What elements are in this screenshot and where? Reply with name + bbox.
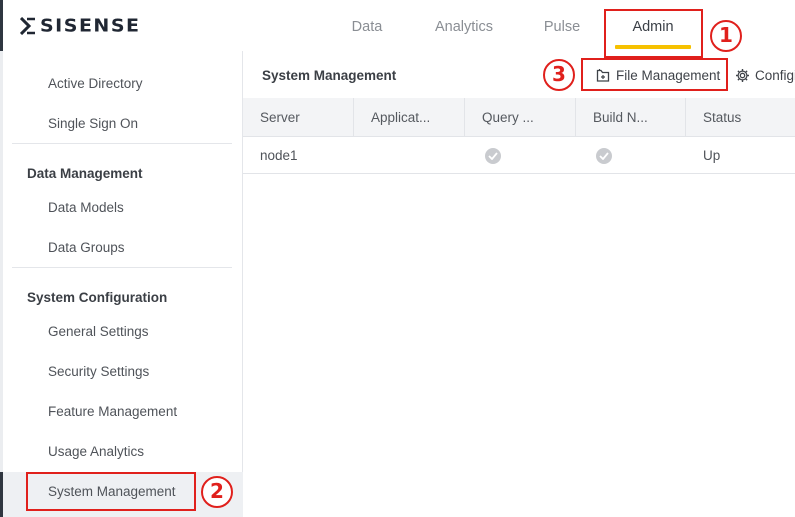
sidebar-item-active-directory[interactable]: Active Directory — [48, 76, 143, 91]
build-check-icon — [596, 148, 612, 164]
table-row[interactable]: node1 Up — [243, 137, 795, 174]
sidebar-edge — [0, 51, 3, 517]
cell-application — [354, 137, 464, 174]
annotation-number-3: 3 — [543, 59, 575, 91]
sidebar-item-usage-analytics[interactable]: Usage Analytics — [48, 444, 144, 459]
gear-icon — [736, 68, 749, 82]
annotation-number-1: 1 — [710, 20, 742, 52]
column-header-query[interactable]: Query ... — [465, 98, 575, 137]
sidebar-item-data-groups[interactable]: Data Groups — [48, 240, 125, 255]
column-header-server[interactable]: Server — [243, 98, 353, 137]
window-edge — [0, 0, 3, 51]
query-check-icon — [485, 148, 501, 164]
sidebar-item-data-models[interactable]: Data Models — [48, 200, 124, 215]
admin-sidebar: Active Directory Single Sign On Data Man… — [0, 51, 243, 517]
sidebar-item-feature-management[interactable]: Feature Management — [48, 404, 177, 419]
configuration-button[interactable]: Configi — [735, 64, 795, 86]
sidebar-active-marker — [0, 472, 3, 517]
annotation-box-system-management — [26, 472, 196, 511]
column-header-build[interactable]: Build N... — [576, 98, 685, 137]
configuration-label: Configi — [755, 67, 795, 83]
cell-status: Up — [703, 148, 721, 163]
annotation-box-file-management — [581, 58, 728, 91]
sidebar-divider — [12, 143, 232, 144]
logo-mark-icon — [20, 17, 35, 35]
sidebar-item-general-settings[interactable]: General Settings — [48, 324, 149, 339]
sidebar-item-single-sign-on[interactable]: Single Sign On — [48, 116, 138, 131]
page-title: System Management — [262, 68, 397, 83]
tab-data[interactable]: Data — [343, 0, 391, 51]
annotation-box-admin-tab — [604, 9, 703, 58]
tab-pulse[interactable]: Pulse — [536, 0, 588, 51]
sidebar-heading-data-management: Data Management — [27, 166, 143, 181]
main-content: System Management File Management Config… — [243, 51, 795, 517]
table-header: Server Applicat... Query ... Build N... … — [243, 98, 795, 137]
logo-text: SISENSE — [40, 15, 141, 37]
sidebar-item-security-settings[interactable]: Security Settings — [48, 364, 149, 379]
tab-analytics[interactable]: Analytics — [428, 0, 500, 51]
column-header-application[interactable]: Applicat... — [354, 98, 464, 137]
sidebar-heading-system-configuration: System Configuration — [27, 290, 168, 305]
annotation-number-2: 2 — [201, 476, 233, 508]
cell-server: node1 — [260, 148, 298, 163]
sisense-logo[interactable]: SISENSE — [20, 15, 140, 37]
sidebar-divider — [12, 267, 232, 268]
column-header-status[interactable]: Status — [686, 98, 795, 137]
